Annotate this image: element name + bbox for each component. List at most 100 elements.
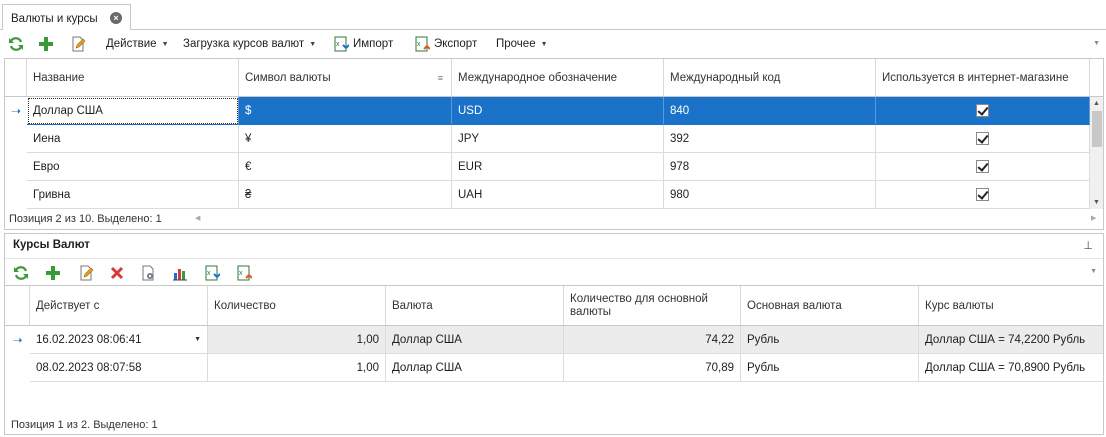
cell-symbol[interactable]: ¥ [239,125,452,153]
chevron-down-icon: ▼ [309,40,317,48]
export-button[interactable]: x Экспорт [414,34,477,54]
add-button[interactable] [38,34,54,54]
cell-iso[interactable]: UAH [452,181,664,209]
cell-code[interactable]: 840 [664,97,876,125]
checkbox[interactable] [976,132,989,145]
chart-button[interactable] [172,263,188,283]
refresh-icon [14,266,28,280]
table-row[interactable]: 08.02.2023 08:07:58 1,00 Доллар США 70,8… [5,354,1103,382]
edit-document-icon [80,265,94,281]
export-button[interactable]: x [236,263,252,283]
column-header-valid-from[interactable]: Действует с [30,286,208,325]
cell-name[interactable]: Евро [27,153,239,181]
cell-iso[interactable]: EUR [452,153,664,181]
column-header-rate[interactable]: Курс валюты [919,286,1103,325]
import-button[interactable]: x [204,263,220,283]
cell-used[interactable] [876,181,1090,209]
document-settings-icon [142,265,154,281]
refresh-button[interactable] [13,263,29,283]
cell-base-currency[interactable]: Рубль [741,354,919,382]
cell-symbol[interactable]: € [239,153,452,181]
other-menu[interactable]: Прочее ▼ [496,34,548,54]
cell-rate[interactable]: Доллар США = 74,2200 Рубль [919,326,1103,354]
settings-button[interactable] [140,263,156,283]
column-header-iso[interactable]: Международное обозначение [452,59,664,96]
refresh-icon [9,37,23,51]
scroll-right-icon[interactable]: ▶ [1091,214,1096,222]
table-row[interactable]: Гривна ₴ UAH 980 [5,181,1090,209]
table-row[interactable]: Иена ¥ JPY 392 [5,125,1090,153]
vertical-scrollbar[interactable]: ▲ ▼ [1090,97,1103,209]
scroll-thumb[interactable] [1092,111,1102,147]
chevron-down-icon: ▼ [161,40,169,48]
row-pointer-icon: ➝ [12,333,23,347]
export-excel-icon: x [237,265,252,281]
cell-iso[interactable]: USD [452,97,664,125]
pin-icon[interactable]: ⊥ [1083,239,1093,252]
checkbox[interactable] [976,104,989,117]
cell-name[interactable]: Иена [27,125,239,153]
toolbar-overflow-icon[interactable]: ▼ [1090,268,1097,275]
cell-code[interactable]: 392 [664,125,876,153]
scroll-left-icon[interactable]: ◀ [195,214,200,222]
edit-button[interactable] [78,263,94,283]
delete-button[interactable] [109,263,125,283]
chevron-down-icon: ▼ [540,40,548,48]
load-rates-menu[interactable]: Загрузка курсов валют ▼ [183,34,316,54]
cell-used[interactable] [876,153,1090,181]
rates-header: Действует с Количество Валюта Количество… [5,286,1103,326]
action-menu[interactable]: Действие ▼ [106,34,169,54]
column-header-used[interactable]: Используется в интернет-магазине [876,59,1090,96]
cell-symbol[interactable]: ₴ [239,181,452,209]
cell-valid-from[interactable]: 16.02.2023 08:06:41 ▼ [30,326,208,354]
toolbar-overflow-icon[interactable]: ▼ [1093,40,1100,47]
column-header-currency[interactable]: Валюта [386,286,564,325]
cell-quantity[interactable]: 1,00 [208,354,386,382]
cell-name[interactable]: Гривна [27,181,239,209]
column-header-base-quantity[interactable]: Количество для основной валюты [564,286,741,325]
cell-iso[interactable]: JPY [452,125,664,153]
chart-icon [173,269,187,281]
row-indicator-header [5,286,30,325]
column-header-name[interactable]: Название [27,59,239,96]
edit-button[interactable] [70,34,86,54]
cell-symbol[interactable]: $ [239,97,452,125]
checkbox[interactable] [976,188,989,201]
tab-currencies[interactable]: Валюты и курсы × [2,4,131,31]
column-header-base-currency[interactable]: Основная валюта [741,286,919,325]
cell-currency[interactable]: Доллар США [386,354,564,382]
cell-base-quantity[interactable]: 74,22 [564,326,741,354]
cell-quantity[interactable]: 1,00 [208,326,386,354]
table-row[interactable]: Евро € EUR 978 [5,153,1090,181]
cell-code[interactable]: 978 [664,153,876,181]
table-row[interactable]: ➝ 16.02.2023 08:06:41 ▼ 1,00 Доллар США … [5,326,1103,354]
plus-icon [46,266,60,280]
cell-name[interactable]: Доллар США [27,97,239,125]
sort-icon: ≡ [437,72,443,83]
cell-base-currency[interactable]: Рубль [741,326,919,354]
cell-valid-from[interactable]: 08.02.2023 08:07:58 [30,354,208,382]
add-button[interactable] [45,263,61,283]
cell-code[interactable]: 980 [664,181,876,209]
table-row[interactable]: ➝ Доллар США $ USD 840 [5,97,1090,125]
chevron-down-icon[interactable]: ▼ [194,336,201,343]
cell-base-quantity[interactable]: 70,89 [564,354,741,382]
scroll-down-icon[interactable]: ▼ [1093,199,1100,206]
column-header-symbol[interactable]: Символ валюты ≡ [239,59,452,96]
close-icon[interactable]: × [110,12,122,24]
cell-rate[interactable]: Доллар США = 70,8900 Рубль [919,354,1103,382]
edit-document-icon [72,36,86,52]
refresh-button[interactable] [8,34,24,54]
export-label: Экспорт [434,38,478,50]
scroll-up-icon[interactable]: ▲ [1093,100,1100,107]
checkbox[interactable] [976,160,989,173]
tab-strip: Валюты и курсы × [0,0,1106,31]
cell-used[interactable] [876,125,1090,153]
cell-used[interactable] [876,97,1090,125]
import-button[interactable]: x Импорт [333,34,393,54]
cell-currency[interactable]: Доллар США [386,326,564,354]
column-header-code[interactable]: Международный код [664,59,876,96]
column-header-quantity[interactable]: Количество [208,286,386,325]
row-pointer-icon: ➝ [10,104,22,118]
svg-text:x: x [417,41,421,48]
